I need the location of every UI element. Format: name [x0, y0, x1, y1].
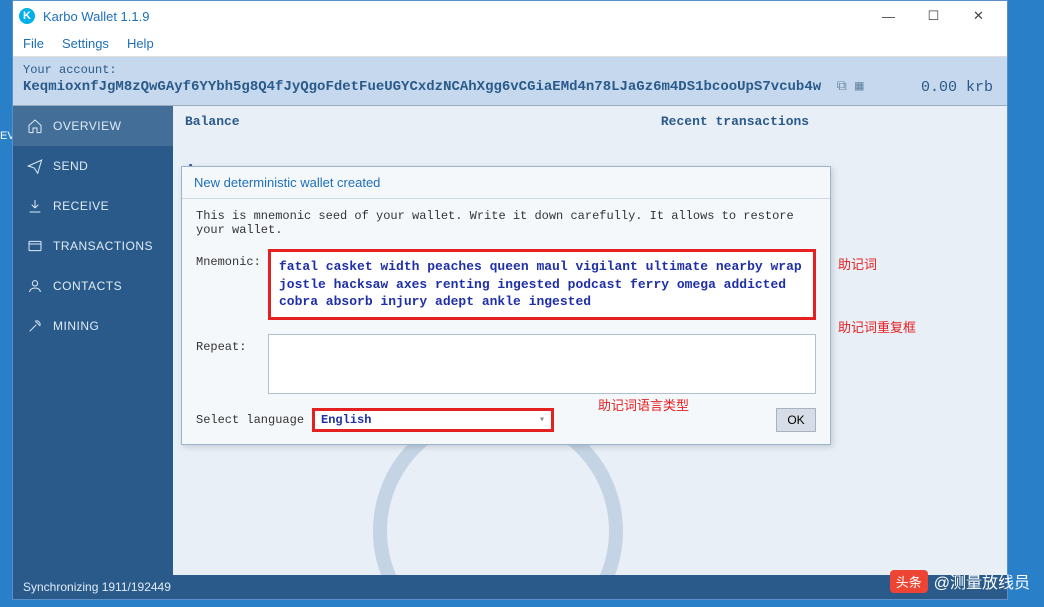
ok-button[interactable]: OK — [776, 408, 816, 432]
balance-value: 0.00 krb — [921, 79, 993, 96]
sidebar-item-send[interactable]: SEND — [13, 146, 173, 186]
home-icon — [27, 118, 43, 134]
repeat-mnemonic-input[interactable] — [268, 334, 816, 394]
sidebar-item-label: MINING — [53, 319, 99, 333]
chevron-down-icon: ▾ — [539, 414, 545, 426]
sidebar-item-label: TRANSACTIONS — [53, 239, 153, 253]
annotation-mnemonic: 助记词 — [838, 254, 877, 273]
language-selected-value: English — [321, 413, 371, 427]
menubar: File Settings Help — [13, 31, 1007, 57]
dialog-description: This is mnemonic seed of your wallet. Wr… — [196, 209, 816, 237]
language-select[interactable]: English ▾ — [312, 408, 554, 432]
recent-transactions-header: Recent transactions — [475, 114, 995, 129]
dialog-title: New deterministic wallet created — [182, 167, 830, 199]
sidebar-item-contacts[interactable]: CONTACTS — [13, 266, 173, 306]
account-bar: Your account: KeqmioxnfJgM8zQwGAyf6YYbh5… — [13, 57, 1007, 106]
menu-help[interactable]: Help — [127, 36, 154, 51]
account-label: Your account: — [23, 63, 997, 77]
mining-icon — [27, 318, 43, 334]
annotation-language: 助记词语言类型 — [598, 395, 689, 414]
copy-address-icon[interactable]: ⧉ ▦ — [837, 78, 864, 95]
repeat-label: Repeat: — [196, 334, 268, 354]
close-button[interactable]: ✕ — [956, 2, 1001, 30]
balance-header: Balance — [185, 114, 475, 129]
minimize-button[interactable]: — — [866, 2, 911, 30]
mnemonic-seed-box[interactable]: fatal casket width peaches queen maul vi… — [268, 249, 816, 320]
sidebar-item-mining[interactable]: MINING — [13, 306, 173, 346]
sync-status: Synchronizing 1911/192449 — [23, 580, 171, 594]
window-title: Karbo Wallet 1.1.9 — [43, 9, 866, 24]
maximize-button[interactable]: ☐ — [911, 2, 956, 30]
watermark-badge: 头条 — [890, 570, 928, 593]
annotation-repeat: 助记词重复框 — [838, 317, 916, 336]
menu-file[interactable]: File — [23, 36, 44, 51]
account-address: KeqmioxnfJgM8zQwGAyf6YYbh5g8Q4fJyQgoFdet… — [23, 79, 821, 95]
app-logo-icon: K — [19, 8, 35, 24]
sidebar-item-transactions[interactable]: TRANSACTIONS — [13, 226, 173, 266]
sidebar-item-label: RECEIVE — [53, 199, 109, 213]
sidebar-item-label: CONTACTS — [53, 279, 122, 293]
receive-icon — [27, 198, 43, 214]
sidebar: OVERVIEW SEND RECEIVE TRANSACTIONS CONTA… — [13, 106, 173, 575]
statusbar: Synchronizing 1911/192449 — [13, 575, 1007, 599]
sidebar-item-label: OVERVIEW — [53, 119, 121, 133]
left-edge-text: EV — [0, 130, 12, 142]
titlebar: K Karbo Wallet 1.1.9 — ☐ ✕ — [13, 1, 1007, 31]
send-icon — [27, 158, 43, 174]
contacts-icon — [27, 278, 43, 294]
menu-settings[interactable]: Settings — [62, 36, 109, 51]
sidebar-item-label: SEND — [53, 159, 88, 173]
sidebar-item-overview[interactable]: OVERVIEW — [13, 106, 173, 146]
mnemonic-label: Mnemonic: — [196, 249, 268, 269]
watermark-handle: @测量放线员 — [934, 569, 1030, 593]
transactions-icon — [27, 238, 43, 254]
source-watermark: 头条 @测量放线员 — [890, 569, 1030, 593]
language-label: Select language — [196, 413, 304, 427]
sidebar-item-receive[interactable]: RECEIVE — [13, 186, 173, 226]
new-wallet-dialog: New deterministic wallet created This is… — [181, 166, 831, 445]
